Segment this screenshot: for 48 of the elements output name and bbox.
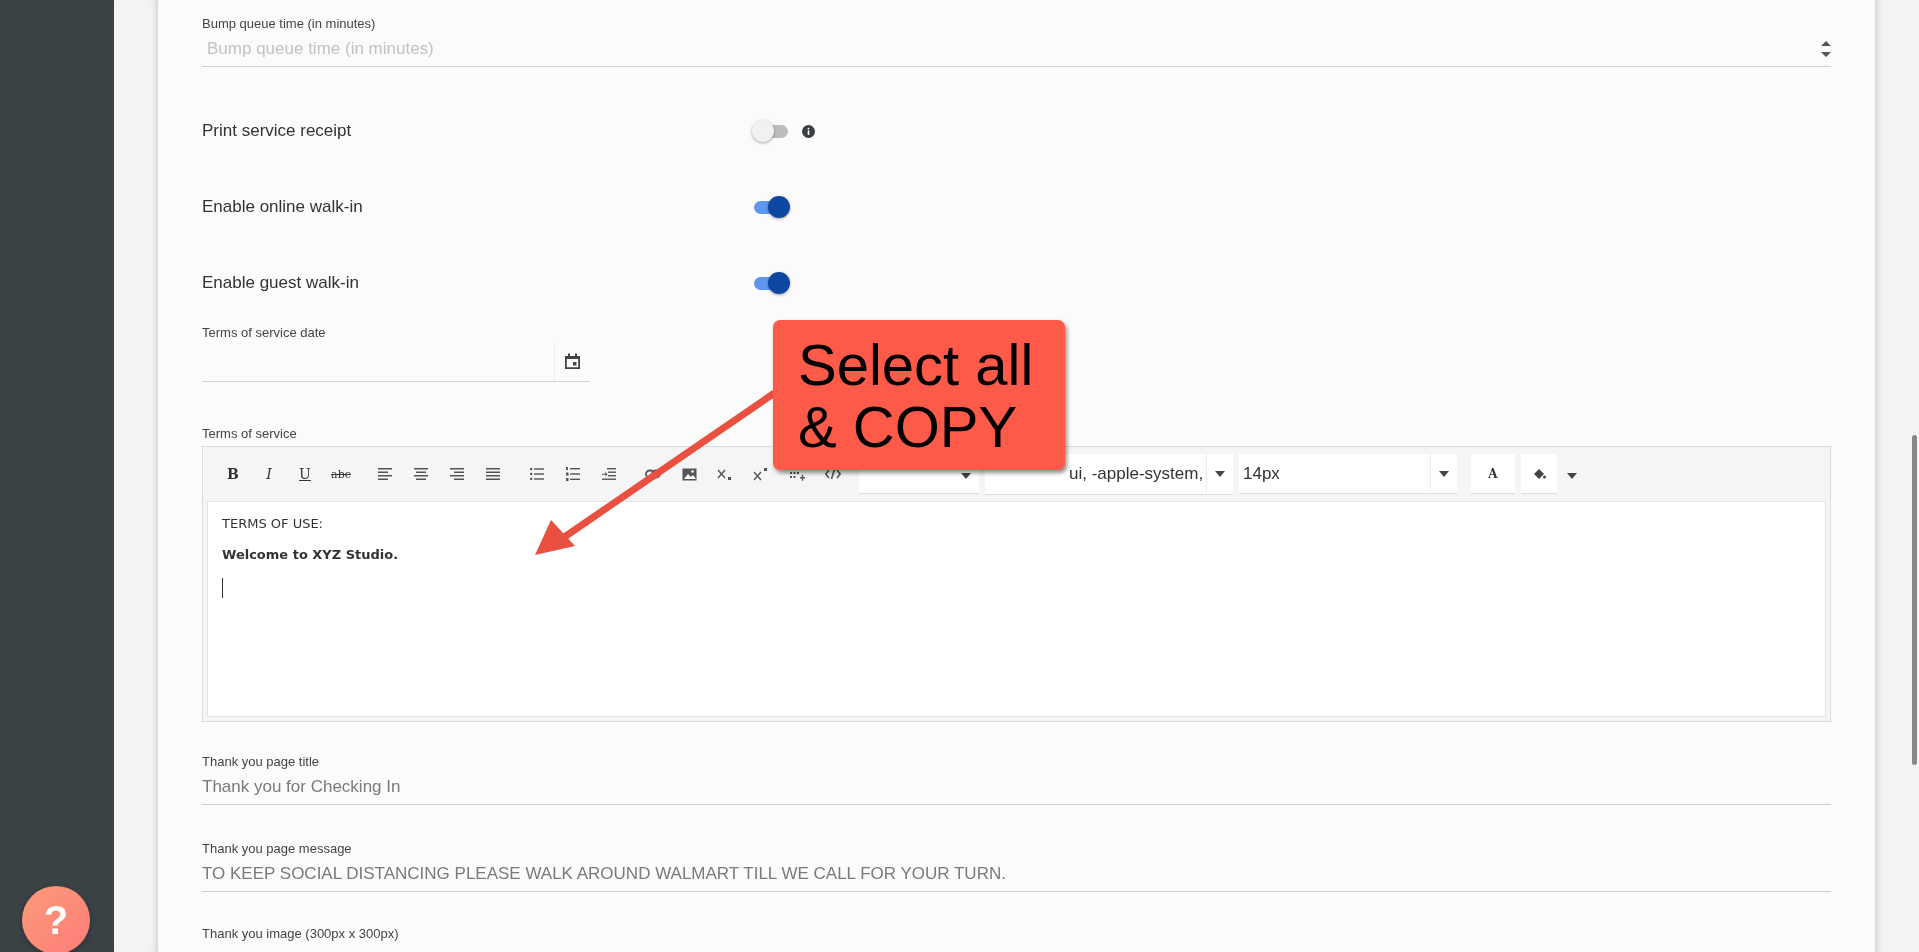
caret-icon <box>1439 470 1449 477</box>
date-field[interactable] <box>202 341 590 382</box>
format-button[interactable]: U <box>287 459 323 489</box>
image-icon <box>681 467 697 481</box>
field-label: Terms of service date <box>202 325 326 340</box>
field-label: Thank you image (300px x 300px) <box>202 926 399 941</box>
text-field[interactable]: TO KEEP SOCIAL DISTANCING PLEASE WALK AROUND WALMART TILL WE CALL FOR YOUR TURN. <box>202 857 1831 892</box>
text-cursor <box>222 578 223 598</box>
field-label: Bump queue time (in minutes) <box>202 16 376 31</box>
field-label: Thank you page title <box>202 754 320 769</box>
bullet-list-icon <box>530 468 544 480</box>
toggle-switch[interactable] <box>752 120 790 142</box>
font-size-select[interactable]: 14px <box>1239 454 1457 494</box>
paint-bucket-icon <box>1532 467 1546 480</box>
field-label: Thank you page message <box>202 841 352 856</box>
toggle-label: Enable online walk-in <box>202 197 364 217</box>
align-right-icon <box>450 468 464 480</box>
superscript-icon <box>753 467 769 481</box>
align-left-icon <box>378 468 392 480</box>
code-icon <box>825 468 841 480</box>
info-icon[interactable] <box>802 124 815 138</box>
format-button[interactable]: abc <box>323 459 359 489</box>
font-color-button[interactable]: A <box>1471 454 1515 494</box>
toggle-label: Enable guest walk-in <box>202 273 360 293</box>
toggle-switch[interactable] <box>752 196 790 218</box>
align-center-icon <box>414 468 428 480</box>
toggle-label: Print service receipt <box>202 121 353 141</box>
text-field[interactable]: Thank you for Checking In <box>202 770 1831 805</box>
caret-icon <box>961 472 971 479</box>
indent-icon <box>602 468 616 480</box>
callout-tooltip: Select all & COPY <box>773 320 1065 470</box>
justify-icon <box>486 468 500 480</box>
editor-text: Welcome to XYZ Studio. <box>222 547 400 562</box>
caret-icon <box>1567 473 1577 479</box>
numbered-list-icon <box>566 467 580 481</box>
toggle-switch[interactable] <box>752 272 790 294</box>
spinner-icon[interactable] <box>1821 40 1831 58</box>
format-button[interactable]: I <box>251 459 287 489</box>
highlight-button[interactable] <box>1521 454 1557 494</box>
caret-icon <box>1215 470 1225 477</box>
format-button[interactable]: B <box>215 459 251 489</box>
subscript-icon <box>717 467 733 481</box>
number-field[interactable]: Bump queue time (in minutes) <box>202 39 1821 59</box>
field-label: Terms of service <box>202 426 297 441</box>
calendar-icon[interactable] <box>565 353 580 369</box>
editor-text: TERMS OF USE: <box>222 516 324 531</box>
link-icon <box>645 469 661 479</box>
scrollbar[interactable] <box>1912 435 1917 765</box>
